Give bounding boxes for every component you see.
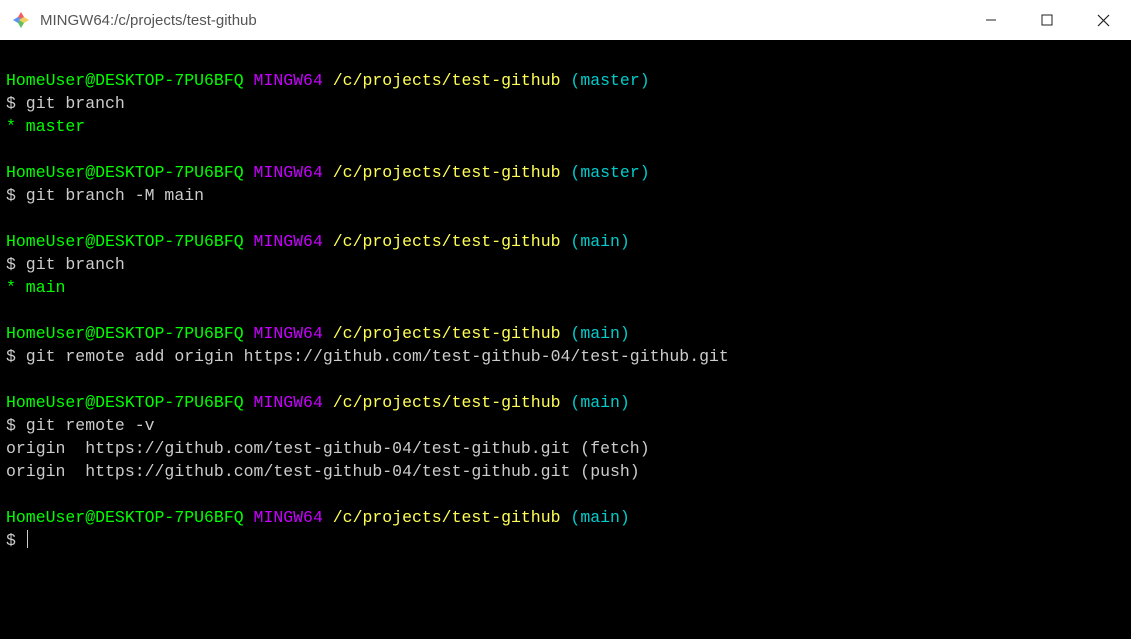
prompt-line: HomeUser@DESKTOP-7PU6BFQ MINGW64 /c/proj…: [6, 506, 1125, 529]
command-line: $ git branch -M main: [6, 184, 1125, 207]
blank-line: [6, 483, 1125, 506]
output-line: origin https://github.com/test-github-04…: [6, 460, 1125, 483]
output-line: * master: [6, 115, 1125, 138]
command-line: $ git branch: [6, 92, 1125, 115]
window-controls: [963, 0, 1131, 40]
minimize-button[interactable]: [963, 0, 1019, 40]
output-line: origin https://github.com/test-github-04…: [6, 437, 1125, 460]
prompt-line: HomeUser@DESKTOP-7PU6BFQ MINGW64 /c/proj…: [6, 230, 1125, 253]
blank-line: [6, 368, 1125, 391]
close-button[interactable]: [1075, 0, 1131, 40]
command-line: $ git branch: [6, 253, 1125, 276]
output-line: * main: [6, 276, 1125, 299]
prompt-line: HomeUser@DESKTOP-7PU6BFQ MINGW64 /c/proj…: [6, 161, 1125, 184]
maximize-button[interactable]: [1019, 0, 1075, 40]
blank-line: [6, 299, 1125, 322]
blank-line: [6, 207, 1125, 230]
blank-line: [6, 46, 1125, 69]
command-line: $ git remote add origin https://github.c…: [6, 345, 1125, 368]
app-icon: [12, 11, 30, 29]
window-title: MINGW64:/c/projects/test-github: [40, 12, 963, 29]
window-titlebar: MINGW64:/c/projects/test-github: [0, 0, 1131, 40]
blank-line: [6, 138, 1125, 161]
prompt-line: HomeUser@DESKTOP-7PU6BFQ MINGW64 /c/proj…: [6, 391, 1125, 414]
command-line: $ git remote -v: [6, 414, 1125, 437]
prompt-line: HomeUser@DESKTOP-7PU6BFQ MINGW64 /c/proj…: [6, 69, 1125, 92]
terminal-area[interactable]: HomeUser@DESKTOP-7PU6BFQ MINGW64 /c/proj…: [0, 40, 1131, 639]
prompt-line: HomeUser@DESKTOP-7PU6BFQ MINGW64 /c/proj…: [6, 322, 1125, 345]
command-line: $: [6, 529, 1125, 552]
